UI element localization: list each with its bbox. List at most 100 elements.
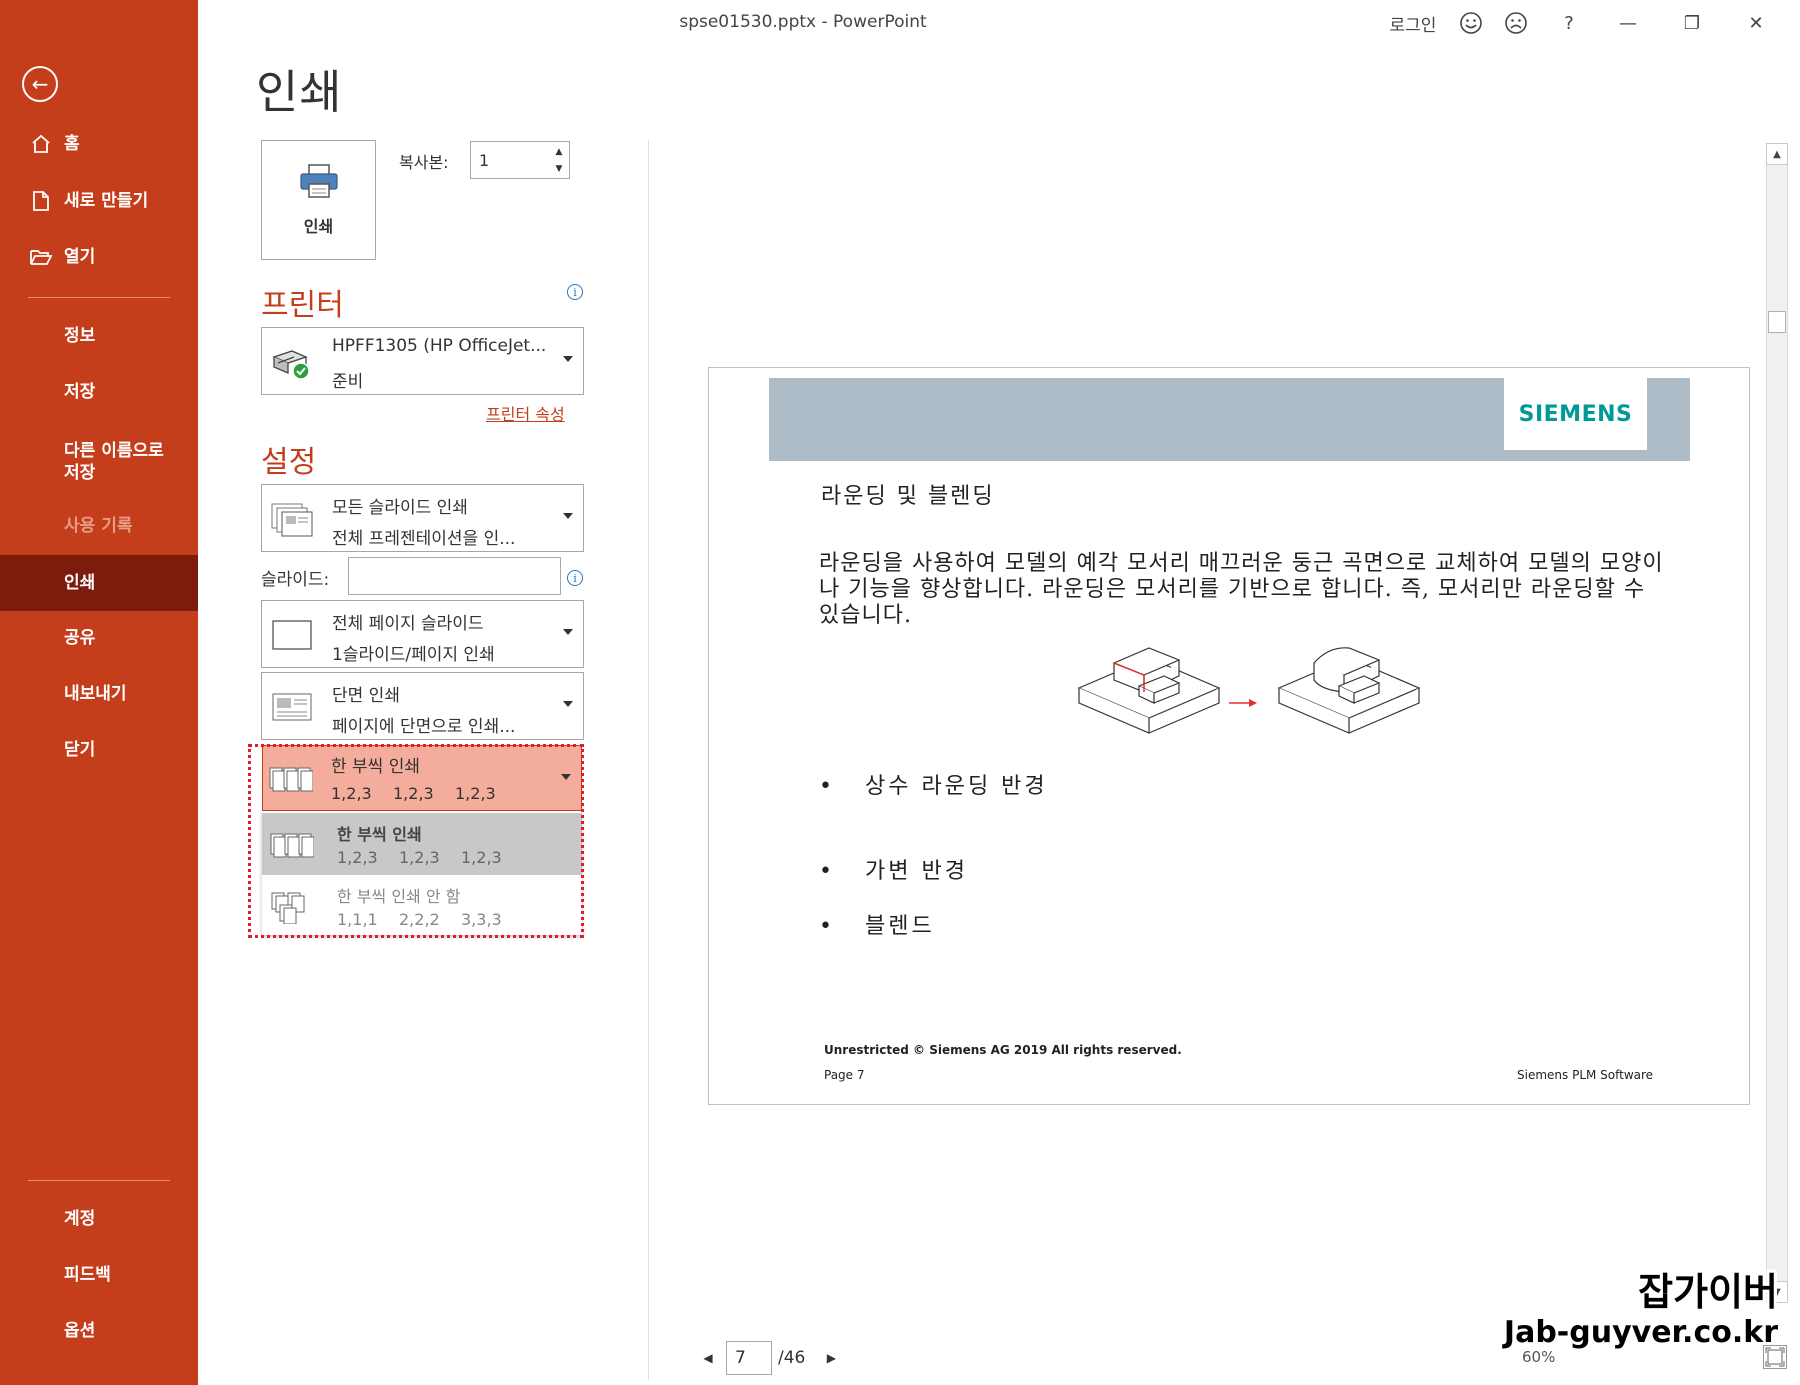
nav-label: 공유	[64, 628, 96, 648]
title-bar: spse01530.pptx - PowerPoint 로그인 ? — ❐ ✕	[198, 0, 1800, 46]
nav-history: 사용 기록	[0, 500, 198, 552]
sides-dropdown[interactable]: 단면 인쇄 페이지에 단면으로 인쇄...	[261, 672, 584, 740]
restore-button[interactable]: ❐	[1672, 8, 1712, 38]
slide-body-text: 라운딩을 사용하여 모델의 예각 모서리 매끄러운 둥근 곡면으로 교체하여 모…	[819, 551, 1664, 628]
nav-save-as[interactable]: 다른 이름으로 저장	[0, 432, 198, 492]
nav-label: 계정	[64, 1209, 96, 1229]
nav-label: 피드백	[64, 1265, 111, 1285]
nav-options[interactable]: 옵션	[0, 1305, 198, 1357]
nav-label: 정보	[64, 326, 96, 346]
nav-account[interactable]: 계정	[0, 1193, 198, 1245]
nav-home[interactable]: 홈	[0, 118, 198, 170]
frown-icon[interactable]	[1501, 8, 1531, 38]
chevron-down-icon	[563, 513, 573, 519]
printer-dropdown[interactable]: HPFF1305 (HP OfficeJet... 준비	[261, 327, 584, 395]
slide-header-band: SIEMENS	[769, 378, 1690, 461]
nav-label: 열기	[64, 247, 96, 267]
bullet-dot: •	[819, 774, 835, 799]
page-number-input[interactable]	[726, 1341, 772, 1375]
siemens-logo: SIEMENS	[1504, 378, 1647, 450]
bullet-item: • 상수 라운딩 반경	[819, 773, 1059, 801]
close-button[interactable]: ✕	[1736, 8, 1776, 38]
watermark-line2: Jab-guyver.co.kr	[1503, 1315, 1778, 1350]
help-button[interactable]: ?	[1554, 8, 1584, 38]
rounding-diagram	[1077, 647, 1421, 734]
bullet-text: 블렌드	[865, 914, 935, 939]
nav-close[interactable]: 닫기	[0, 724, 198, 776]
spin-down-icon[interactable]: ▼	[556, 164, 563, 174]
slides-input[interactable]	[348, 557, 561, 595]
sidebar-divider	[28, 297, 170, 298]
nav-label: 옵션	[64, 1321, 96, 1341]
printer-ready-icon	[270, 343, 314, 381]
print-range-line1: 모든 슬라이드 인쇄	[332, 498, 468, 518]
settings-section-heading: 설정	[261, 445, 317, 480]
chevron-down-icon	[563, 356, 573, 362]
page-title: 인쇄	[256, 65, 343, 119]
printer-section-heading: 프린터	[261, 288, 344, 323]
nav-label: 다른 이름으로 저장	[64, 441, 164, 483]
info-icon[interactable]: i	[567, 284, 583, 300]
full-page-slide-icon	[270, 616, 314, 654]
single-sided-icon	[270, 688, 314, 726]
nav-label: 닫기	[64, 740, 96, 760]
page-total: /46	[778, 1348, 806, 1368]
nav-new[interactable]: 새로 만들기	[0, 175, 198, 227]
sides-line1: 단면 인쇄	[332, 686, 400, 706]
print-button[interactable]: 인쇄	[261, 140, 376, 260]
layout-dropdown[interactable]: 전체 페이지 슬라이드 1슬라이드/페이지 인쇄	[261, 600, 584, 668]
login-button[interactable]: 로그인	[1384, 8, 1442, 38]
copies-stepper[interactable]: ▲ ▼	[550, 143, 568, 177]
printer-properties-link[interactable]: 프린터 속성	[486, 401, 565, 425]
backstage-sidebar: ← 홈 새로 만들기 열기 정보 저장 다른 이름으로 저장 사용 기록 인쇄 …	[0, 0, 198, 1385]
minimize-button[interactable]: —	[1608, 8, 1648, 38]
nav-save[interactable]: 저장	[0, 366, 198, 418]
nav-label: 저장	[64, 382, 96, 402]
folder-open-icon	[28, 247, 54, 267]
slide-footer-brand: Siemens PLM Software	[1517, 1068, 1654, 1082]
back-arrow-icon: ←	[31, 72, 49, 96]
bullet-dot: •	[819, 859, 835, 884]
print-range-dropdown[interactable]: 모든 슬라이드 인쇄 전체 프레젠테이션을 인...	[261, 484, 584, 552]
info-icon[interactable]: i	[567, 570, 583, 586]
home-icon	[28, 133, 54, 155]
nav-share[interactable]: 공유	[0, 612, 198, 664]
printer-icon	[298, 163, 340, 203]
scroll-up-icon[interactable]: ▲	[1766, 143, 1788, 165]
slide-preview: SIEMENS 라운딩 및 블렌딩 라운딩을 사용하여 모델의 예각 모서리 매…	[708, 367, 1750, 1105]
new-document-icon	[28, 190, 54, 212]
slides-label: 슬라이드:	[261, 570, 330, 590]
window-title: spse01530.pptx - PowerPoint	[679, 12, 927, 32]
bullet-item: • 블렌드	[819, 908, 935, 940]
bullet-item: • 가변 반경	[819, 853, 968, 885]
chevron-down-icon	[563, 701, 573, 707]
slide-footer-page: Page 7	[824, 1068, 865, 1082]
nav-label: 홈	[64, 134, 80, 154]
smile-icon[interactable]	[1456, 8, 1486, 38]
nav-feedback[interactable]: 피드백	[0, 1249, 198, 1301]
slides-stack-icon	[270, 500, 314, 538]
scrollbar-thumb[interactable]	[1768, 311, 1786, 333]
sides-line2: 페이지에 단면으로 인쇄...	[332, 717, 516, 737]
watermark: 잡가이버 Jab-guyver.co.kr	[1504, 1270, 1778, 1352]
previous-page-icon[interactable]: ◀	[700, 1351, 716, 1365]
bullet-text: 상수 라운딩 반경	[865, 774, 1048, 799]
printer-name: HPFF1305 (HP OfficeJet...	[332, 336, 547, 356]
next-page-icon[interactable]: ▶	[823, 1351, 839, 1365]
sidebar-divider	[28, 1180, 170, 1181]
panel-divider	[648, 140, 649, 1380]
nav-open[interactable]: 열기	[0, 231, 198, 283]
printer-status: 준비	[332, 372, 364, 392]
spin-up-icon[interactable]: ▲	[556, 147, 563, 157]
nav-label: 사용 기록	[64, 516, 133, 536]
nav-print[interactable]: 인쇄	[0, 555, 198, 611]
print-button-label: 인쇄	[303, 217, 334, 236]
slide-title: 라운딩 및 블렌딩	[821, 484, 995, 509]
back-button[interactable]: ←	[22, 66, 58, 102]
watermark-line1: 잡가이버	[1638, 1270, 1778, 1314]
nav-label: 내보내기	[64, 684, 127, 704]
chevron-down-icon	[563, 629, 573, 635]
nav-export[interactable]: 내보내기	[0, 668, 198, 720]
nav-info[interactable]: 정보	[0, 310, 198, 362]
print-range-line2: 전체 프레젠테이션을 인...	[332, 529, 516, 549]
